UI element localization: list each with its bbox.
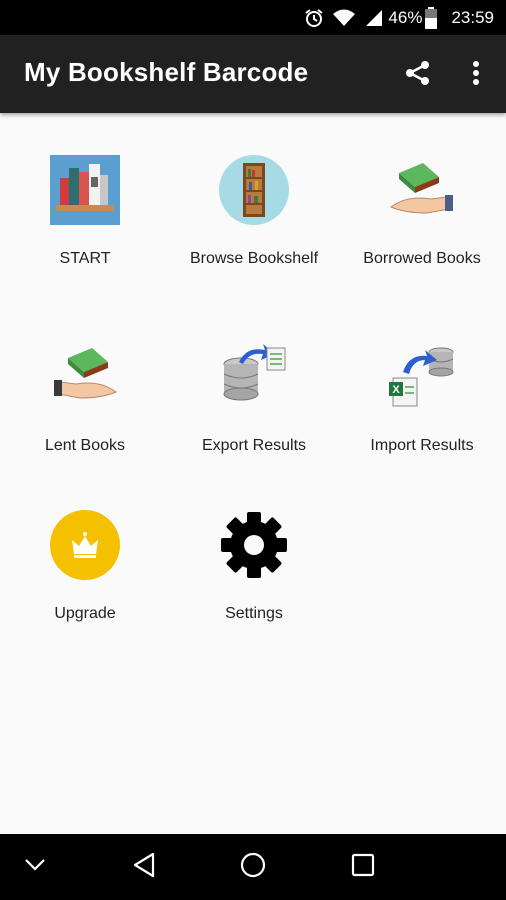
battery-icon <box>425 6 438 29</box>
home-button[interactable] <box>233 847 273 887</box>
recents-button[interactable] <box>343 847 383 887</box>
share-icon <box>404 59 432 92</box>
share-button[interactable] <box>398 55 438 95</box>
clock: 23:59 <box>451 7 494 27</box>
alarm-icon <box>304 8 324 28</box>
book-hand-icon <box>387 155 457 225</box>
crown-icon <box>50 510 120 580</box>
recents-icon <box>351 853 375 882</box>
menu-item-lent-books[interactable]: Lent Books <box>1 342 169 482</box>
menu-item-export-results[interactable]: Export Results <box>170 342 338 482</box>
menu-item-label: START <box>59 250 111 267</box>
menu-item-browse-bookshelf[interactable]: Browse Bookshelf <box>170 155 338 295</box>
gear-icon <box>219 510 289 580</box>
status-bar: 46% 23:59 <box>0 0 506 35</box>
database-export-icon <box>219 342 289 412</box>
menu-item-settings[interactable]: Settings <box>170 510 338 650</box>
book-hand-icon <box>50 342 120 412</box>
menu-item-label: Borrowed Books <box>363 250 481 267</box>
bookshelf-icon <box>50 155 120 225</box>
overflow-menu-icon <box>472 60 480 91</box>
hide-keyboard-button[interactable] <box>15 847 55 887</box>
menu-item-label: Upgrade <box>54 605 116 622</box>
svg-text:X: X <box>392 384 400 396</box>
overflow-menu-button[interactable] <box>456 55 496 95</box>
navigation-bar <box>0 834 506 900</box>
battery-percentage: 46% <box>388 7 423 27</box>
menu-item-start[interactable]: START <box>1 155 169 295</box>
excel-import-icon: X <box>387 342 457 412</box>
menu-item-label: Export Results <box>201 437 307 454</box>
menu-item-label: Lent Books <box>44 437 126 454</box>
app-bar: My Bookshelf Barcode <box>0 35 506 113</box>
menu-item-upgrade[interactable]: Upgrade <box>1 510 169 650</box>
menu-item-borrowed-books[interactable]: Borrowed Books <box>338 155 506 295</box>
bookcase-icon <box>219 155 289 225</box>
signal-icon <box>364 8 384 28</box>
back-icon <box>131 851 157 884</box>
home-icon <box>239 851 267 884</box>
menu-item-label: Settings <box>225 605 283 622</box>
back-button[interactable] <box>124 847 164 887</box>
menu-item-import-results[interactable]: X Import Results <box>338 342 506 482</box>
menu-item-label: Import Results <box>370 437 474 454</box>
menu-item-label: Browse Bookshelf <box>189 250 319 267</box>
chevron-down-icon <box>24 858 46 877</box>
app-title: My Bookshelf Barcode <box>24 57 309 87</box>
wifi-icon <box>332 8 356 28</box>
